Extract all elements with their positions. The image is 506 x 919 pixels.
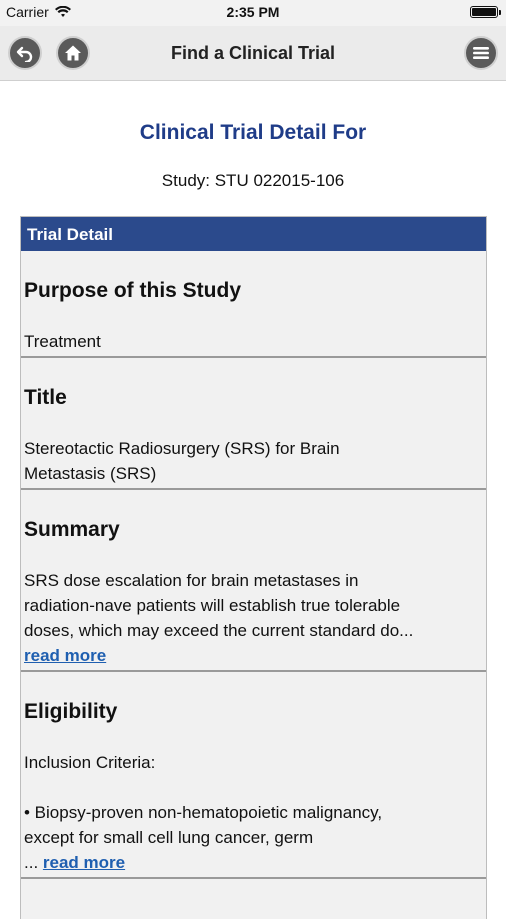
section-text: • Biopsy-proven non-hematopoietic malign… [24, 803, 383, 822]
hamburger-menu-icon [473, 47, 489, 59]
section-text: doses, which may exceed the current stan… [24, 621, 414, 640]
section-next-partial [21, 879, 486, 919]
section-title: Summary [24, 518, 120, 541]
section-text: Metastasis (SRS) [24, 464, 157, 483]
section-title: Title [24, 386, 67, 409]
study-identifier: Study: STU 022015-106 [161, 171, 345, 190]
section-title: Eligibility [24, 700, 118, 723]
menu-button[interactable] [464, 36, 498, 70]
eligibility-read-more-link[interactable]: read more [43, 853, 125, 872]
section-text: SRS dose escalation for brain metastases… [24, 571, 359, 590]
battery-icon [470, 6, 501, 18]
panel-header: Trial Detail [21, 217, 486, 251]
ellipsis-prefix: ... [24, 853, 43, 872]
section-text: Inclusion Criteria: [24, 753, 156, 772]
section-title: Purpose of this Study [24, 279, 242, 302]
summary-read-more-link[interactable]: read more [24, 646, 106, 665]
status-right [470, 6, 501, 18]
section-purpose: Purpose of this Study Treatment [21, 251, 486, 358]
section-title-block: Title Stereotactic Radiosurgery (SRS) fo… [21, 358, 486, 490]
section-eligibility: Eligibility Inclusion Criteria: • Biopsy… [21, 672, 486, 879]
page-heading: Clinical Trial Detail For [139, 121, 367, 144]
section-summary: Summary SRS dose escalation for brain me… [21, 490, 486, 672]
section-text: Stereotactic Radiosurgery (SRS) for Brai… [24, 439, 340, 458]
section-text: radiation-nave patients will establish t… [24, 596, 401, 615]
section-text: Treatment [24, 332, 101, 351]
section-text: except for small cell lung cancer, germ [24, 828, 314, 847]
trial-detail-panel: Trial Detail Purpose of this Study Treat… [20, 216, 487, 919]
nav-title: Find a Clinical Trial [170, 43, 336, 63]
status-time: 2:35 PM [226, 4, 280, 20]
nav-bar: Find a Clinical Trial [0, 26, 506, 81]
status-bar: Carrier 2:35 PM [0, 0, 506, 26]
